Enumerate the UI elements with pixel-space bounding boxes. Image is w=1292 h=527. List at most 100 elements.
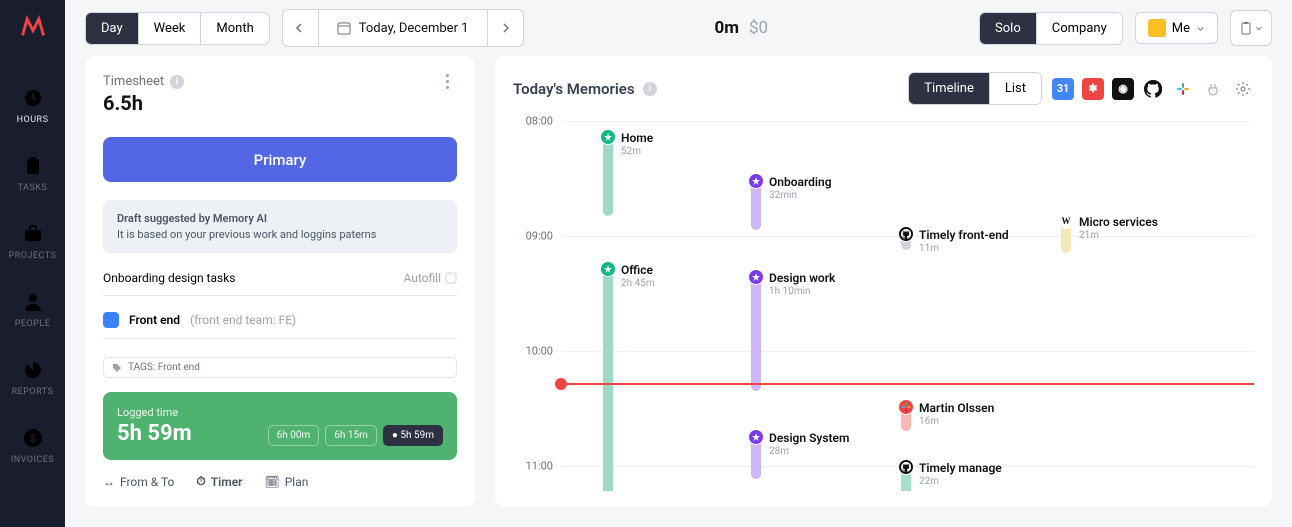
event-name: Timely front-end (919, 228, 1009, 242)
event-name: Martin Olssen (919, 401, 994, 415)
date-nav: Today, December 1 (282, 9, 524, 47)
memories-list-button[interactable]: List (990, 73, 1041, 104)
time-label: 09:00 (526, 230, 553, 243)
timeline-event[interactable]: Martin Olssen16m (901, 401, 994, 431)
event-name: Onboarding (769, 175, 832, 189)
event-name: Design work (769, 271, 835, 285)
nav-projects[interactable]: PROJECTS (9, 208, 57, 276)
nav-reports[interactable]: REPORTS (9, 344, 57, 412)
task-name: Onboarding design tasks (103, 271, 235, 285)
time-suggestion-pill[interactable]: 6h 00m (268, 425, 320, 446)
event-source-icon (748, 173, 764, 189)
event-source-icon (898, 459, 914, 475)
timeline-event[interactable]: Design work1h 10min (751, 271, 835, 391)
briefcase-icon (22, 223, 44, 245)
logged-time-card: Logged time 5h 59m 6h 00m6h 15m● 5h 59m (103, 392, 457, 460)
chevron-down-icon (1255, 24, 1263, 32)
event-source-icon (748, 269, 764, 285)
integration-icon[interactable]: ✱ (1082, 78, 1104, 100)
tab-timer[interactable]: ⏱ Timer (196, 474, 242, 489)
integration-icon[interactable]: ◉ (1112, 78, 1134, 100)
timeline-event[interactable]: Onboarding32min (751, 175, 832, 230)
tag-chip[interactable]: TAGS: Front end (103, 357, 457, 378)
current-date-label[interactable]: Today, December 1 (319, 10, 487, 46)
timeline-event[interactable]: WMicro services21m (1061, 215, 1158, 253)
event-duration: 2h 45m (621, 278, 655, 289)
tag-icon (112, 363, 122, 373)
clock-icon (22, 87, 44, 109)
info-icon[interactable]: i (170, 75, 184, 89)
timesheet-panel: Timesheeti 6.5h Primary Draft suggested … (85, 56, 475, 507)
topbar: Day Week Month Today, December 1 0m $0 S… (65, 0, 1292, 56)
event-duration: 16m (919, 416, 994, 427)
timeline-event[interactable]: Timely manage22m (901, 461, 1002, 491)
next-day-button[interactable] (487, 10, 523, 46)
nav-people[interactable]: PEOPLE (9, 276, 57, 344)
github-icon[interactable] (1142, 78, 1164, 100)
project-row[interactable]: Front end (front end team: FE) (103, 312, 457, 328)
tab-from-to[interactable]: ↔ From & To (103, 474, 174, 489)
event-source-icon: W (1058, 213, 1074, 229)
view-day-button[interactable]: Day (86, 13, 139, 44)
clipboard-button[interactable] (1230, 10, 1272, 46)
timesheet-menu-button[interactable] (437, 74, 457, 89)
event-duration: 21m (1079, 230, 1158, 241)
event-duration: 32min (769, 190, 832, 201)
scope-segmented: Solo Company (979, 12, 1123, 45)
svg-text:$: $ (29, 432, 35, 445)
tab-plan[interactable]: 🗓 Plan (264, 474, 308, 489)
event-duration: 22m (919, 476, 1002, 487)
main-area: Day Week Month Today, December 1 0m $0 S… (65, 0, 1292, 527)
scope-company-button[interactable]: Company (1037, 13, 1122, 44)
time-label: 08:00 (526, 115, 553, 128)
autofill-button[interactable]: Autofill (403, 271, 457, 285)
view-segmented: Day Week Month (85, 12, 270, 45)
time-suggestion-pill[interactable]: 6h 15m (325, 425, 377, 446)
memories-title: Today's Memoriesi (513, 80, 657, 98)
summary-minutes: 0m (715, 18, 739, 38)
memories-timeline-button[interactable]: Timeline (909, 73, 990, 104)
event-duration: 11m (919, 243, 1009, 254)
user-selector[interactable]: Me (1135, 12, 1218, 44)
info-icon[interactable]: i (643, 82, 657, 96)
plug-icon[interactable] (1202, 78, 1224, 100)
event-source-icon (748, 429, 764, 445)
pie-icon (22, 359, 44, 381)
scope-solo-button[interactable]: Solo (980, 13, 1037, 44)
timeline-event[interactable]: Design System28m (751, 431, 849, 479)
primary-button[interactable]: Primary (103, 137, 457, 182)
event-name: Timely manage (919, 461, 1002, 475)
memories-panel: Today's Memoriesi Timeline List 31 ✱ ◉ (495, 56, 1272, 507)
time-suggestion-pill[interactable]: ● 5h 59m (383, 425, 443, 446)
memories-view-segmented: Timeline List (908, 72, 1042, 105)
event-duration: 28m (769, 446, 849, 457)
timesheet-title: Timesheeti (103, 74, 184, 89)
timesheet-total: 6.5h (103, 91, 184, 115)
person-icon (22, 291, 44, 313)
view-month-button[interactable]: Month (201, 13, 268, 44)
event-source-icon (600, 129, 616, 145)
now-indicator (561, 383, 1254, 385)
summary: 0m $0 (715, 18, 769, 38)
clipboard-icon (22, 155, 44, 177)
prev-day-button[interactable] (283, 10, 319, 46)
gear-icon[interactable] (1232, 78, 1254, 100)
timeline-event[interactable]: Timely front-end11m (901, 228, 1009, 254)
chevron-down-icon (1196, 24, 1205, 33)
timeline-event[interactable]: Home52m (603, 131, 653, 216)
app-logo[interactable] (17, 10, 49, 42)
view-week-button[interactable]: Week (139, 13, 202, 44)
event-source-icon (898, 226, 914, 242)
timeline-event[interactable]: Office2h 45m (603, 263, 655, 491)
timeline[interactable]: 08:0009:0010:0011:00 Home52mOffice2h 45m… (513, 113, 1254, 491)
event-duration: 52m (621, 146, 653, 157)
event-name: Design System (769, 431, 849, 445)
nav-tasks[interactable]: TASKS (9, 140, 57, 208)
dollar-icon: $ (22, 427, 44, 449)
gcal-icon[interactable]: 31 (1052, 78, 1074, 100)
slack-icon[interactable] (1172, 78, 1194, 100)
nav-invoices[interactable]: $INVOICES (9, 412, 57, 480)
avatar (1148, 19, 1166, 37)
nav-hours[interactable]: HOURS (9, 72, 57, 140)
logged-time-value: 5h 59m (117, 421, 192, 446)
